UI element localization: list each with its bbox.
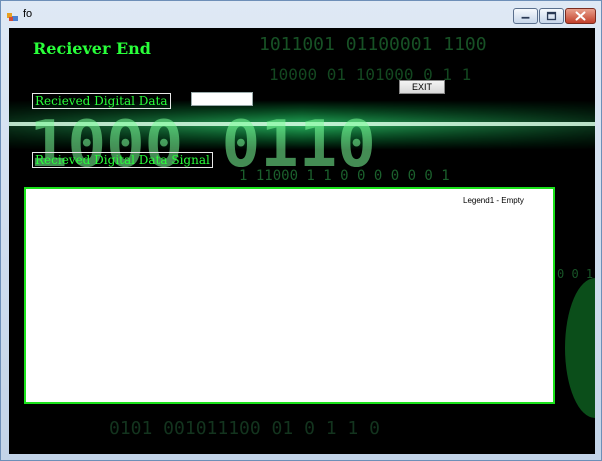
exit-button[interactable]: EXIT	[399, 80, 445, 94]
bg-binary-row-6: 0 0 1 1 0 0 0 1 0 1	[557, 267, 595, 281]
app-window: fo 1011001 01100001 1100 10000 01 101000…	[0, 0, 602, 461]
received-signal-label: Recieved Digital Data Signal	[32, 152, 213, 168]
minimize-icon	[521, 16, 530, 19]
received-data-label: Recieved Digital Data	[32, 93, 171, 109]
maximize-icon	[546, 11, 557, 21]
received-data-field[interactable]	[191, 92, 253, 106]
signal-chart[interactable]: Legend1 - Empty	[24, 187, 555, 404]
maximize-button[interactable]	[539, 8, 564, 24]
title-bar[interactable]: fo	[1, 1, 601, 27]
chart-legend: Legend1 - Empty	[463, 196, 524, 205]
close-button[interactable]	[565, 8, 596, 24]
bg-binary-row-5: 0101 001011100 01 0 1 1 0	[109, 418, 380, 439]
bg-binary-row-4: 1 11000 1 1 0 0 0 0 0 0 1	[239, 168, 450, 184]
form-client-area: 1011001 01100001 1100 10000 01 101000 0 …	[9, 28, 595, 454]
bg-binary-row-1: 1011001 01100001 1100	[259, 34, 487, 55]
minimize-button[interactable]	[513, 8, 538, 24]
page-heading: Reciever End	[33, 39, 151, 58]
close-icon	[575, 11, 586, 21]
window-title: fo	[23, 8, 33, 20]
app-icon	[7, 9, 19, 21]
